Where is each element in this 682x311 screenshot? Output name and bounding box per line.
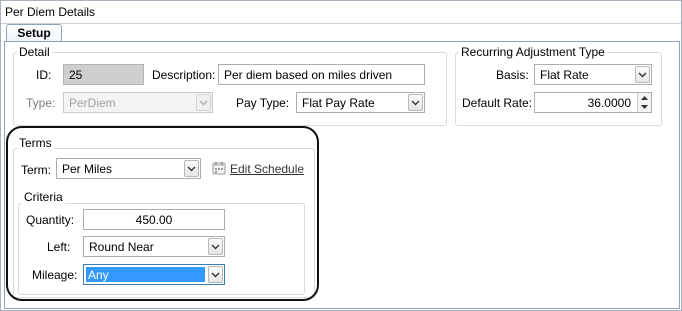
chevron-down-icon[interactable] xyxy=(635,66,650,83)
chevron-down-icon[interactable] xyxy=(408,94,423,111)
tab-setup[interactable]: Setup xyxy=(6,24,62,42)
description-field[interactable]: Per diem based on miles driven xyxy=(218,64,425,85)
terms-highlight-callout xyxy=(6,126,319,301)
basis-label: Basis: xyxy=(496,68,529,82)
default-rate-spinner[interactable] xyxy=(637,93,651,112)
basis-select-value: Flat Rate xyxy=(540,68,589,82)
default-rate-field[interactable]: 36.0000 xyxy=(534,92,652,113)
id-field: 25 xyxy=(63,64,144,85)
window-title: Per Diem Details xyxy=(5,5,96,19)
type-select: PerDiem xyxy=(63,92,213,113)
basis-select[interactable]: Flat Rate xyxy=(534,64,652,85)
header-divider xyxy=(1,23,681,24)
pay-type-select-value: Flat Pay Rate xyxy=(302,96,375,110)
id-label: ID: xyxy=(36,68,52,82)
recurring-adjustment-legend: Recurring Adjustment Type xyxy=(459,45,607,59)
pay-type-label: Pay Type: xyxy=(236,96,290,110)
chevron-down-icon xyxy=(196,94,211,111)
detail-legend: Detail xyxy=(17,45,52,59)
description-label: Description: xyxy=(152,68,216,82)
spin-up-icon[interactable] xyxy=(638,93,651,103)
type-label: Type: xyxy=(26,96,56,110)
pay-type-select[interactable]: Flat Pay Rate xyxy=(296,92,425,113)
type-select-value: PerDiem xyxy=(69,96,116,110)
spin-down-icon[interactable] xyxy=(638,103,651,113)
default-rate-label: Default Rate: xyxy=(462,96,533,110)
